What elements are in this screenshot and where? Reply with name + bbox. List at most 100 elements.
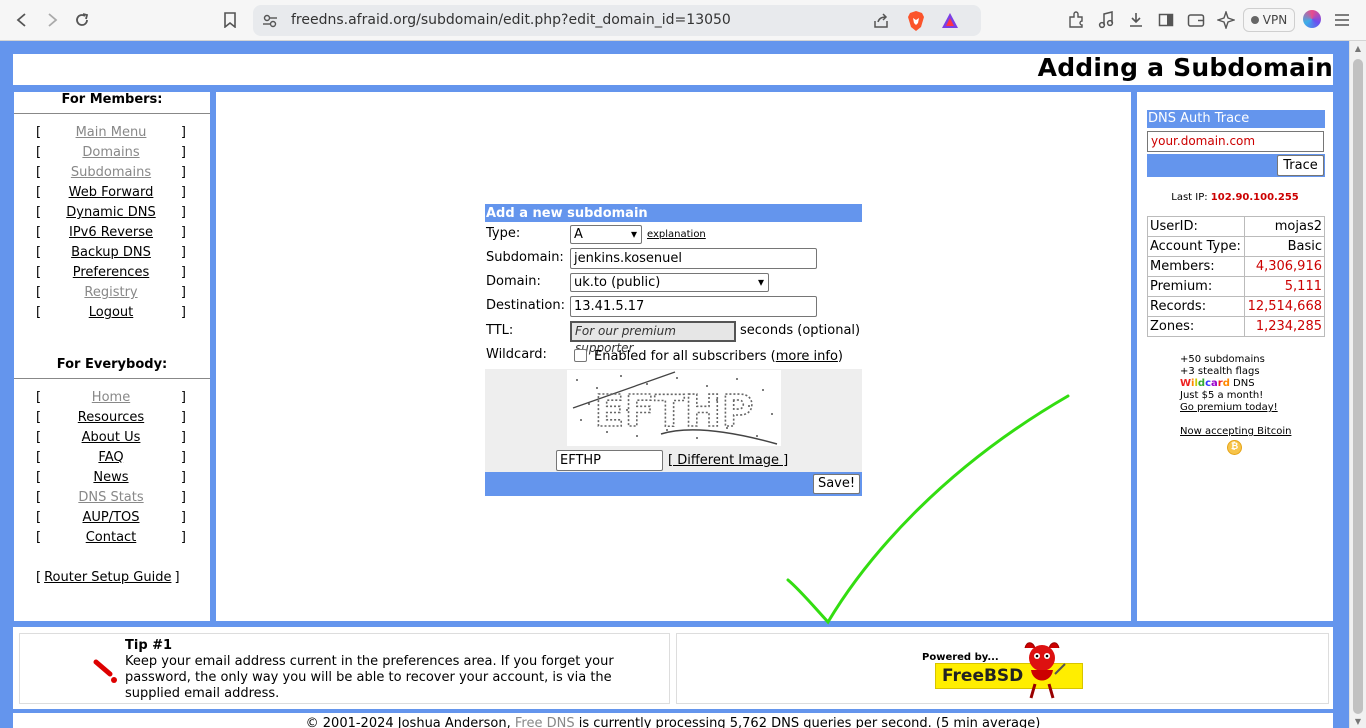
table-row: Members: 4,306,916 [1147, 256, 1326, 277]
nav-link-aup-tos[interactable]: AUP/TOS [36, 510, 186, 525]
explanation-link[interactable]: explanation [647, 229, 706, 240]
nav-link-backup-dns[interactable]: Backup DNS [36, 245, 186, 260]
captcha-text: EFTHP [594, 386, 753, 437]
trace-domain-input[interactable]: your.domain.com [1147, 131, 1324, 152]
powered-by-box: Powered by... FreeBSD [676, 633, 1329, 704]
more-info-link[interactable]: more info [776, 349, 838, 364]
nav-link-about-us[interactable]: About Us [36, 430, 186, 445]
nav-link-subdomains[interactable]: Subdomains [36, 165, 186, 180]
vertical-scrollbar[interactable]: ▲ ▼ [1349, 41, 1366, 728]
subdomain-input[interactable]: jenkins.kosenuel [570, 248, 817, 269]
share-icon[interactable] [871, 11, 891, 31]
type-select[interactable]: A [570, 225, 642, 244]
nav-link-registry[interactable]: Registry [36, 285, 186, 300]
address-bar[interactable]: freedns.afraid.org/subdomain/edit.php?ed… [253, 5, 981, 36]
wildcard-checkbox[interactable] [574, 349, 587, 362]
last-ip-label: Last IP: [1171, 192, 1208, 203]
forward-icon[interactable] [40, 8, 64, 32]
nav-link-home[interactable]: Home [36, 390, 186, 405]
nav-row-web-forward: [] Web Forward [36, 185, 186, 200]
copyright-prefix: © 2001-2024 Joshua Anderson, [305, 716, 515, 728]
leo-ai-icon[interactable] [1216, 10, 1236, 30]
browser-toolbar: freedns.afraid.org/subdomain/edit.php?ed… [0, 0, 1366, 41]
go-premium-link[interactable]: Go premium today! [1180, 402, 1278, 413]
trace-button[interactable]: Trace [1277, 155, 1324, 176]
captcha-image: EFTHP [567, 370, 781, 446]
promo-wildcard-line: Wildcard DNS [1180, 378, 1255, 389]
url-text[interactable]: freedns.afraid.org/subdomain/edit.php?ed… [291, 12, 731, 28]
nav-row-home: [] Home [36, 390, 186, 405]
copyright-suffix: is currently processing 5,762 DNS querie… [574, 716, 1041, 728]
nav-row-dynamic-dns: [] Dynamic DNS [36, 205, 186, 220]
different-image-link[interactable]: [ Different Image ] [668, 453, 788, 468]
nav-link-main-menu[interactable]: Main Menu [36, 125, 186, 140]
download-icon[interactable] [1126, 10, 1146, 30]
checkmark-annotation-icon [786, 394, 1070, 625]
page-title: Adding a Subdomain [1037, 53, 1333, 82]
domain-select[interactable]: uk.to (public) [570, 273, 769, 292]
scroll-up-icon[interactable]: ▲ [1353, 44, 1363, 54]
back-icon[interactable] [10, 8, 34, 32]
freebsd-daemon-icon [1024, 642, 1066, 699]
nav-link-news[interactable]: News [36, 470, 186, 485]
nav-link-dns-stats[interactable]: DNS Stats [36, 490, 186, 505]
nav-link-preferences[interactable]: Preferences [36, 265, 186, 280]
nav-link-logout[interactable]: Logout [36, 305, 186, 320]
domain-select-value: uk.to (public) [574, 275, 661, 290]
nav-link-resources[interactable]: Resources [36, 410, 186, 425]
nav-row-logout: [] Logout [36, 305, 186, 320]
destination-label: Destination: [486, 298, 565, 313]
wallet-icon[interactable] [1186, 10, 1206, 30]
profile-avatar-icon[interactable] [1303, 10, 1321, 28]
bitcoin-link[interactable]: Now accepting Bitcoin [1180, 426, 1291, 437]
left-navigation: For Members: [] Main Menu [] Domains [] … [14, 92, 210, 621]
router-setup-guide-link[interactable]: Router Setup Guide [44, 570, 171, 585]
nav-row-subdomains: [] Subdomains [36, 165, 186, 180]
nav-row-main-menu: [] Main Menu [36, 125, 186, 140]
scrollbar-thumb[interactable] [1353, 59, 1363, 714]
table-row: Account Type: Basic [1147, 236, 1326, 257]
stat-label: Account Type: [1147, 236, 1245, 257]
last-ip: Last IP: 102.90.100.255 [1137, 192, 1333, 203]
form-heading: Add a new subdomain [485, 204, 862, 222]
extensions-icon[interactable] [1066, 10, 1086, 30]
bookmark-icon[interactable] [218, 8, 242, 32]
menu-icon[interactable] [1332, 10, 1352, 30]
promo-line: +3 stealth flags [1180, 366, 1260, 377]
reload-icon[interactable] [70, 8, 94, 32]
ttl-input[interactable]: For our premium supporter [570, 321, 736, 355]
brave-shield-icon[interactable] [905, 10, 927, 32]
sidebar-icon[interactable] [1156, 10, 1176, 30]
captcha-input[interactable]: EFTHP [556, 450, 663, 471]
site-settings-icon[interactable] [261, 12, 279, 30]
brave-rewards-icon[interactable] [939, 10, 961, 32]
destination-input[interactable]: 13.41.5.17 [570, 296, 817, 317]
table-row: Records: 12,514,668 [1147, 296, 1326, 317]
free-dns-link[interactable]: Free DNS [515, 716, 575, 728]
table-row: UserID: mojas2 [1147, 216, 1326, 237]
scroll-down-icon[interactable]: ▼ [1353, 717, 1363, 727]
wildcard-text-row: Enabled for all subscribers (more info) [594, 349, 843, 364]
wildcard-text: Enabled for all subscribers ( [594, 349, 776, 364]
nav-link-web-forward[interactable]: Web Forward [36, 185, 186, 200]
vpn-button[interactable]: VPN [1243, 8, 1295, 32]
nav-row-resources: [] Resources [36, 410, 186, 425]
promo-line: +50 subdomains [1180, 354, 1265, 365]
nav-link-faq[interactable]: FAQ [36, 450, 186, 465]
nav-link-domains[interactable]: Domains [36, 145, 186, 160]
bitcoin-icon: ₿ [1227, 440, 1242, 455]
media-icon[interactable] [1096, 10, 1116, 30]
nav-row-news: [] News [36, 470, 186, 485]
vpn-status-icon [1250, 16, 1259, 24]
nav-link-dynamic-dns[interactable]: Dynamic DNS [36, 205, 186, 220]
copyright-footer: © 2001-2024 Joshua Anderson, Free DNS is… [13, 713, 1333, 728]
table-row: Premium: 5,111 [1147, 276, 1326, 297]
stat-value: 1,234,285 [1243, 316, 1326, 337]
nav-row-backup-dns: [] Backup DNS [36, 245, 186, 260]
stat-label: Zones: [1147, 316, 1245, 337]
nav-link-ipv6-reverse[interactable]: IPv6 Reverse [36, 225, 186, 240]
last-ip-value: 102.90.100.255 [1210, 192, 1299, 203]
ttl-label: TTL: [486, 323, 514, 338]
nav-link-contact[interactable]: Contact [36, 530, 186, 545]
type-select-value: A [574, 227, 583, 242]
